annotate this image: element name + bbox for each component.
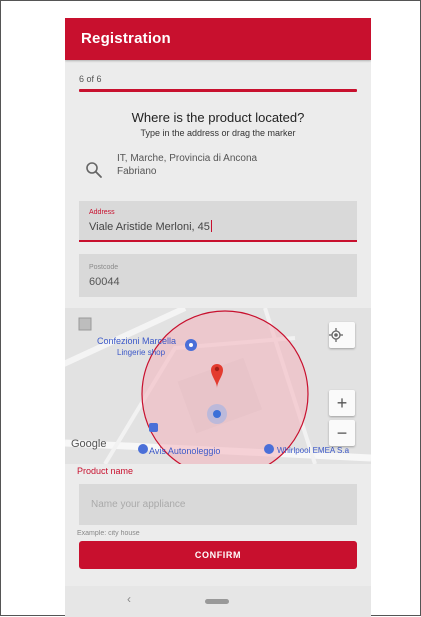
phone-screen: Registration 6 of 6 Where is the product… [65, 18, 371, 617]
zoom-in-button[interactable]: + [329, 390, 355, 416]
text-cursor [210, 220, 212, 232]
product-name-placeholder[interactable]: Name your appliance [91, 499, 186, 510]
map-poi-label[interactable]: Avis Autonoleggio [149, 446, 220, 456]
step-indicator: 6 of 6 [79, 68, 357, 92]
my-location-icon [329, 328, 343, 342]
location-map[interactable]: Confezioni Marcella Lingerie shop Avis A… [65, 308, 371, 464]
product-name-label: Product name [77, 466, 134, 476]
map-canvas [65, 308, 371, 464]
product-name-field[interactable]: Name your appliance [79, 484, 357, 525]
address-label: Address [89, 209, 115, 216]
home-pill-icon[interactable] [205, 599, 229, 604]
map-poi-sublabel: Lingerie shop [117, 348, 166, 357]
postcode-label: Postcode [89, 264, 119, 271]
confirm-button[interactable]: CONFIRM [79, 541, 357, 569]
map-poi-label[interactable]: Whirlpool EMEA S.a [277, 446, 349, 455]
location-heading: Where is the product located? [131, 110, 305, 125]
search-icon[interactable] [85, 161, 103, 179]
postcode-value[interactable]: 60044 [89, 276, 120, 288]
location-subheading: Type in the address or drag the marker [140, 128, 296, 138]
app-bar: Registration [65, 18, 371, 60]
google-logo: Google [71, 438, 107, 450]
radius-circle [141, 310, 309, 464]
screenshot-frame: Registration 6 of 6 Where is the product… [0, 0, 421, 617]
step-progress-bar [79, 89, 357, 92]
system-nav-bar: ‹ [65, 586, 371, 617]
product-name-helper-text: Example: city house [77, 530, 140, 537]
back-icon[interactable]: ‹ [127, 592, 131, 606]
location-search-result[interactable]: IT, Marche, Provincia di Ancona Fabriano [85, 149, 355, 183]
app-bar-title: Registration [81, 30, 171, 47]
my-location-button[interactable] [329, 322, 355, 348]
search-region-text: IT, Marche, Provincia di Ancona [117, 153, 258, 164]
search-city-text: Fabriano [117, 166, 157, 177]
postcode-field[interactable]: Postcode 60044 [79, 254, 357, 297]
map-poi-label[interactable]: Confezioni Marcella [97, 336, 176, 346]
step-counter: 6 of 6 [79, 74, 102, 84]
address-value[interactable]: Viale Aristide Merloni, 45 [89, 220, 212, 233]
address-value-text: Viale Aristide Merloni, 45 [89, 221, 210, 233]
address-field[interactable]: Address Viale Aristide Merloni, 45 [79, 201, 357, 242]
zoom-out-button[interactable]: − [329, 420, 355, 446]
